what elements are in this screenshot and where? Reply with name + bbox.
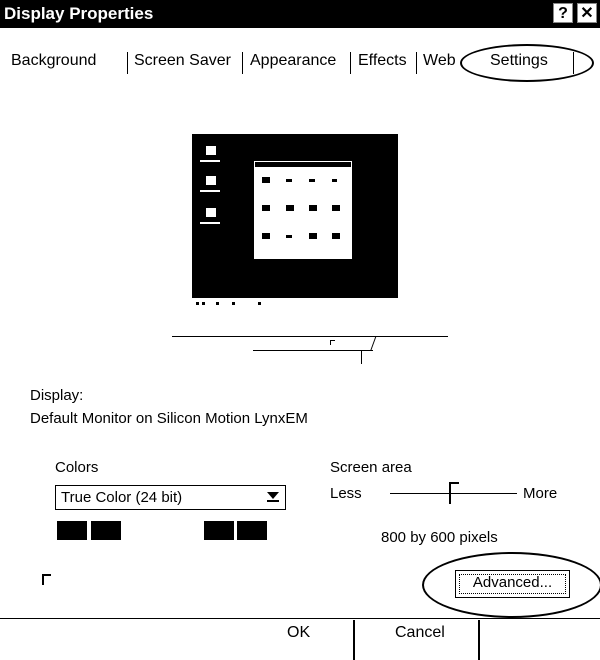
preview-window: [254, 161, 352, 259]
tab-divider: [350, 52, 351, 74]
preview-icon: [286, 235, 292, 238]
preview-icon: [262, 205, 270, 211]
help-button[interactable]: ?: [553, 3, 573, 23]
advanced-button[interactable]: Advanced...: [455, 570, 570, 598]
monitor-foot-line: [253, 350, 373, 351]
color-swatch: [57, 521, 87, 540]
screen-area-label: Screen area: [330, 459, 412, 476]
preview-icon: [309, 179, 315, 182]
desktop-icon-label: [200, 160, 220, 162]
tab-divider: [242, 52, 243, 74]
tab-appearance[interactable]: Appearance: [250, 52, 336, 70]
bottom-divider: [0, 618, 600, 619]
monitor-detail: [330, 340, 331, 345]
preview-taskbar: [192, 298, 398, 310]
tab-background[interactable]: Background: [11, 52, 96, 70]
display-value: Default Monitor on Silicon Motion LynxEM: [30, 410, 308, 427]
colors-label: Colors: [55, 459, 99, 476]
button-divider: [478, 620, 480, 660]
colors-dropdown[interactable]: True Color (24 bit): [55, 485, 286, 510]
desktop-icon-label: [200, 222, 220, 224]
screen-area-value: 800 by 600 pixels: [381, 529, 498, 546]
tab-divider: [416, 52, 417, 74]
monitor-base-line: [172, 336, 448, 337]
chevron-down-icon-bar: [267, 500, 279, 502]
button-divider: [353, 620, 355, 660]
display-label: Display:: [30, 387, 84, 404]
ok-button[interactable]: OK: [287, 624, 310, 642]
focus-rect: [459, 574, 566, 594]
preview-window-titlebar: [254, 161, 352, 168]
window-title: Display Properties: [4, 4, 154, 23]
tab-divider: [573, 52, 574, 74]
tab-settings[interactable]: Settings: [490, 52, 548, 70]
chevron-down-icon[interactable]: [267, 492, 279, 499]
close-button[interactable]: ✕: [577, 3, 597, 23]
preview-icon: [332, 179, 337, 182]
my-computer-icon: [206, 146, 216, 155]
color-swatch: [91, 521, 121, 540]
preview-icon: [262, 233, 270, 239]
preview-icon: [309, 205, 317, 211]
tab-divider: [127, 52, 128, 74]
screen-area-slider-thumb[interactable]: [449, 482, 451, 504]
tab-screen-saver[interactable]: Screen Saver: [134, 52, 231, 70]
preview-icon: [309, 233, 317, 239]
preview-icon: [286, 205, 294, 211]
cancel-button[interactable]: Cancel: [395, 624, 445, 642]
tab-effects[interactable]: Effects: [358, 52, 407, 70]
tab-strip: Background Screen Saver Appearance Effec…: [0, 44, 600, 84]
slider-less-label: Less: [330, 485, 362, 502]
preview-icon: [332, 205, 340, 211]
preview-icon: [262, 177, 270, 183]
title-bar: Display Properties ? ✕: [0, 0, 600, 28]
colors-selected-value: True Color (24 bit): [61, 489, 183, 506]
recycle-bin-icon: [206, 208, 216, 217]
color-swatch: [204, 521, 234, 540]
screen-area-slider-track[interactable]: [390, 493, 517, 494]
color-swatch: [237, 521, 267, 540]
monitor-preview-screen: [192, 134, 398, 310]
option-checkbox[interactable]: [42, 574, 51, 585]
monitor-neck-line: [370, 336, 377, 350]
screen-area-slider-thumb-foot: [449, 482, 459, 484]
tab-web[interactable]: Web: [423, 52, 456, 70]
monitor-neck-line: [361, 350, 362, 364]
desktop-icon-label: [200, 190, 220, 192]
network-icon: [206, 176, 216, 185]
preview-icon: [332, 233, 340, 239]
preview-icon: [286, 179, 292, 182]
slider-more-label: More: [523, 485, 558, 502]
